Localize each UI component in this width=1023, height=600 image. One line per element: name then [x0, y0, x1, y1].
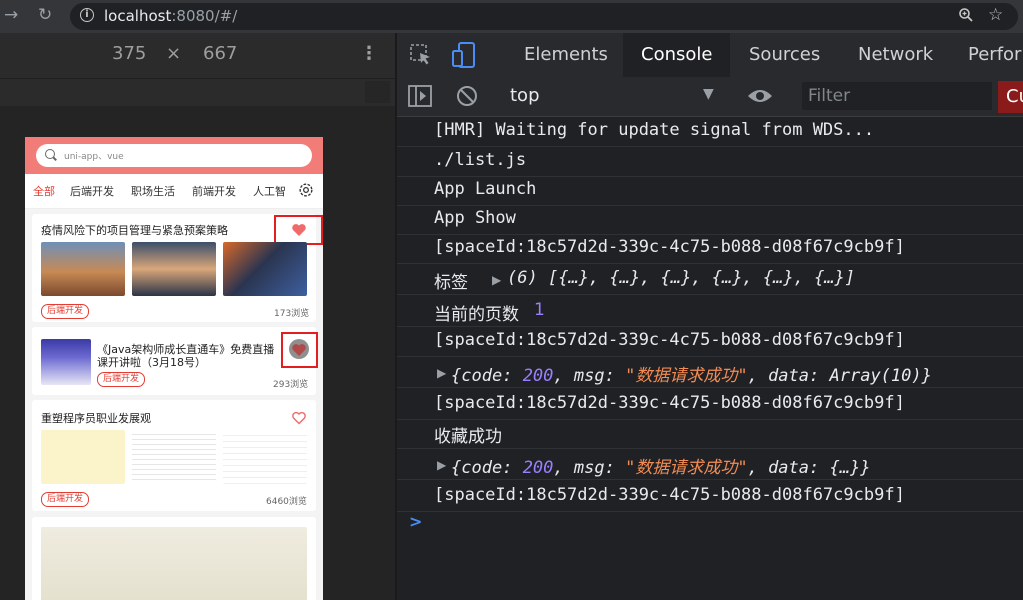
- console-output: [HMR] Waiting for update signal from WDS…: [397, 117, 1023, 600]
- thumbnail-city: [41, 242, 125, 296]
- view-count: 6460浏览: [266, 497, 307, 507]
- tab-network[interactable]: Network: [858, 44, 933, 65]
- app-header: uni-app、vue: [25, 137, 323, 174]
- forward-icon[interactable]: →: [4, 5, 18, 25]
- device-subbar: [0, 78, 395, 107]
- address-bar[interactable]: i localhost:8080/#/ ☆: [70, 3, 1018, 30]
- reload-icon[interactable]: ↻: [38, 5, 52, 25]
- gear-icon[interactable]: [297, 181, 315, 199]
- thumbnail-illustration: [41, 527, 307, 600]
- info-icon[interactable]: i: [80, 8, 94, 22]
- console-line: App Show: [397, 205, 1023, 235]
- article-title: 重塑程序员职业发展观: [41, 412, 151, 425]
- console-line[interactable]: ▶ {code: 200, msg: "数据请求成功", data: Array…: [397, 358, 1023, 388]
- article-card[interactable]: 疫情风险下的项目管理与紧急预案策略 后端开发 173浏览: [32, 214, 323, 322]
- tab-all[interactable]: 全部: [33, 183, 55, 199]
- console-line: 收藏成功: [397, 419, 1023, 449]
- console-line[interactable]: ▶ {code: 200, msg: "数据请求成功", data: {…}}: [397, 450, 1023, 480]
- tab-backend[interactable]: 后端开发: [70, 183, 114, 199]
- thumbnail-doc1: [41, 430, 125, 484]
- zoom-icon[interactable]: [958, 7, 974, 27]
- console-line: [spaceId:18c57d2d-339c-4c75-b088-d08f67c…: [397, 482, 1023, 512]
- browser-toolbar: → ↻ i localhost:8080/#/ ☆: [0, 0, 1023, 33]
- console-line: ./list.js: [397, 147, 1023, 177]
- tab-console[interactable]: Console: [623, 33, 731, 77]
- thumbnail-java: [41, 339, 91, 385]
- tab-frontend[interactable]: 前端开发: [192, 183, 236, 199]
- custom-levels-button[interactable]: Cu: [998, 81, 1023, 113]
- bookmark-star-icon[interactable]: ☆: [988, 5, 1003, 25]
- search-placeholder: uni-app、vue: [64, 152, 124, 162]
- devtools-tabbar: Elements Console Sources Network Perfor: [397, 33, 1023, 78]
- device-height[interactable]: 667: [203, 43, 237, 64]
- category-badge: 后端开发: [41, 492, 90, 507]
- context-dropdown-icon[interactable]: ▼: [703, 86, 714, 102]
- thumbnail-doc3: [223, 430, 307, 484]
- category-badge: 后端开发: [41, 304, 90, 319]
- search-bar[interactable]: uni-app、vue: [36, 144, 312, 167]
- console-line: [spaceId:18c57d2d-339c-4c75-b088-d08f67c…: [397, 327, 1023, 357]
- context-selector[interactable]: top: [510, 85, 540, 106]
- sidebar-toggle-icon[interactable]: [408, 85, 432, 107]
- search-icon: [45, 149, 55, 159]
- filter-input[interactable]: Filter: [802, 82, 992, 110]
- tab-performance[interactable]: Perfor: [968, 44, 1021, 65]
- category-tabs: 全部 后端开发 职场生活 前端开发 人工智: [25, 174, 323, 209]
- device-toggle-icon[interactable]: [452, 42, 476, 68]
- view-count: 293浏览: [273, 380, 309, 390]
- thumbnail-sunset: [132, 242, 216, 296]
- tab-ai[interactable]: 人工智: [253, 183, 286, 199]
- tab-elements[interactable]: Elements: [524, 44, 608, 65]
- url-text: localhost:8080/#/: [104, 7, 238, 25]
- thumbnail-doc2: [132, 430, 216, 484]
- expand-triangle-icon[interactable]: ▶: [437, 366, 446, 380]
- article-title-line2: 课开讲啦（3月18号）: [97, 356, 206, 369]
- inspect-element-icon[interactable]: [410, 44, 434, 66]
- console-line: 当前的页数 1: [397, 297, 1023, 327]
- heart-filled-icon[interactable]: [291, 222, 307, 238]
- more-options-icon[interactable]: ⋮: [360, 43, 378, 64]
- console-line: [HMR] Waiting for update signal from WDS…: [397, 117, 1023, 147]
- article-card[interactable]: 《Java架构师成长直通车》免费直播 课开讲啦（3月18号） 后端开发 293浏…: [32, 327, 318, 395]
- expand-triangle-icon[interactable]: ▶: [437, 458, 446, 472]
- device-width[interactable]: 375: [112, 43, 146, 64]
- article-card[interactable]: 重塑程序员职业发展观 后端开发 6460浏览: [32, 400, 316, 511]
- heart-filled-icon[interactable]: [291, 342, 307, 358]
- console-prompt-icon[interactable]: >: [409, 512, 422, 531]
- console-line: [spaceId:18c57d2d-339c-4c75-b088-d08f67c…: [397, 234, 1023, 264]
- thumbnail-laptop: [223, 242, 307, 296]
- dimension-separator: ×: [166, 43, 182, 64]
- console-line: [spaceId:18c57d2d-339c-4c75-b088-d08f67c…: [397, 390, 1023, 420]
- phone-viewport: uni-app、vue 全部 后端开发 职场生活 前端开发 人工智 疫情风险下的…: [25, 137, 323, 600]
- console-toolbar: top ▼ Filter Cu: [397, 77, 1023, 117]
- tab-sources[interactable]: Sources: [749, 44, 820, 65]
- category-badge: 后端开发: [97, 372, 146, 387]
- console-line: App Launch: [397, 176, 1023, 206]
- article-card[interactable]: [32, 517, 316, 600]
- view-count: 173浏览: [274, 309, 310, 319]
- device-toolbar: 375 × 667 ⋮: [0, 33, 395, 78]
- expand-triangle-icon[interactable]: ▶: [492, 273, 501, 287]
- subbar-handle: [365, 81, 390, 103]
- clear-console-icon[interactable]: [456, 85, 478, 107]
- heart-outline-icon[interactable]: [291, 410, 307, 426]
- article-title: 疫情风险下的项目管理与紧急预案策略: [41, 224, 228, 237]
- console-line[interactable]: 标签 ▶ (6) [{…}, {…}, {…}, {…}, {…}, {…}]: [397, 265, 1023, 295]
- live-expression-eye-icon[interactable]: [746, 87, 774, 105]
- tab-career[interactable]: 职场生活: [131, 183, 175, 199]
